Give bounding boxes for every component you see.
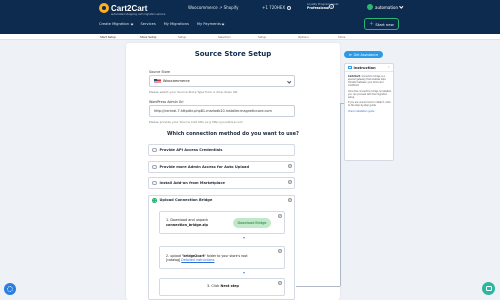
chevron-down-icon [399,4,404,9]
help-icon[interactable]: ? [288,198,292,202]
bridge-header: Upload Connection Bridge [152,198,212,203]
loyalty-program: Loyalty Program Level: Professional [307,2,339,10]
radio[interactable] [152,147,157,153]
gear-icon [7,286,13,292]
phone-number: +1 720HEX [262,5,286,10]
top-navbar: Cart2Cart automated shopping cart migrat… [0,0,500,34]
page-title: Source Store Setup [194,50,272,58]
connector-line [296,286,340,287]
help-icon[interactable]: ? [288,180,292,184]
avatar [367,4,373,10]
menu-services[interactable]: Services [141,22,156,26]
option-upload-bridge[interactable]: Upload Connection Bridge ? 1. Download a… [148,195,295,300]
start-new-button[interactable]: + Start new [364,18,399,30]
chat-fab[interactable] [482,282,495,295]
connector-line [340,103,341,286]
option-admin-access[interactable]: Provide more Admin Access for Auto Uploa… [148,161,295,173]
get-assistance-button[interactable]: ✉ Get Assistance [344,51,383,58]
flag-icon [154,79,161,83]
detailed-instructions-link[interactable]: Detailed instructions [181,258,214,262]
source-store-card: Source Store Setup Source Store Woocomme… [126,43,340,300]
phone[interactable]: +1 720HEX [262,5,292,10]
migration-path: Woocommerce ↗ Shopify [188,5,239,10]
help-icon[interactable]: ? [278,214,282,218]
main-menu: Create Migration Services My Migrations … [99,22,225,26]
download-bridge-button[interactable]: Download Bridge [233,218,271,228]
option-addon[interactable]: Install Add-on from Marketplace ? [148,177,295,189]
step-setup[interactable]: Setup [178,35,186,39]
bridge-step-1: 1. Download and unpack connection_bridge… [159,211,285,234]
instruction-header: Instruction ⌃ [345,64,393,72]
logo-icon [99,3,109,13]
chat-icon [485,286,492,291]
user-name: automation [375,4,399,10]
option-api-credentials[interactable]: Provide API Access Credentials [148,144,295,156]
installation-guide-link[interactable]: Check installation guide [348,110,392,113]
user-menu[interactable]: automation [367,4,404,10]
connector-line [340,103,344,104]
admin-url-input[interactable]: http://central-7-httpdkr-php81-mariadb10… [149,105,295,117]
step-options[interactable]: Options [298,35,309,39]
source-store-select[interactable]: Woocommerce [149,75,295,87]
help-icon[interactable]: ? [278,281,282,285]
arrow-down-icon [243,272,245,274]
collapse-icon[interactable]: ⌃ [387,66,390,70]
radio-selected[interactable] [152,198,157,203]
brand-tagline: automated shopping cart migration servic… [111,13,166,16]
help-icon[interactable]: ? [329,4,334,9]
menu-my-payments[interactable]: My Payments [197,22,225,26]
radio[interactable] [152,164,157,170]
step-bar: Start Setup Store Setup Setup Selection … [0,34,500,40]
arrow-down-icon [243,237,245,239]
step-store-setup[interactable]: Store Setup [140,35,156,39]
admin-url-hint: Please provide your Source Cart URL (e.g… [149,120,243,124]
instruction-text: Cart2Cart connection bridge is a special… [348,75,392,113]
instruction-panel: Instruction ⌃ Cart2Cart connection bridg… [344,63,394,161]
program-level: Professional [307,5,330,10]
step-store[interactable]: Store [338,35,345,39]
plus-icon: + [369,21,374,27]
help-icon[interactable]: ? [278,249,282,253]
source-store-label: Source Store [149,70,171,74]
step-setup-2[interactable]: Setup [258,35,266,39]
chevron-down-icon [286,79,291,84]
radio[interactable] [152,180,157,186]
menu-create-migration[interactable]: Create Migration [99,22,133,26]
help-icon[interactable]: ? [288,164,292,168]
chevron-down-icon [130,22,133,25]
logo[interactable]: Cart2Cart [99,3,147,13]
chevron-down-icon [221,22,225,25]
bridge-step-3: 3. Click Next step ? [159,278,285,296]
chat-icon: ✉ [348,52,352,57]
step-start[interactable]: Start Setup [100,35,116,39]
phone-icon [287,5,292,10]
admin-url-label: WordPress Admin Url [149,100,184,104]
book-icon [348,65,352,70]
step-selection[interactable]: Selection [218,35,231,39]
brand-name: Cart2Cart [111,3,148,13]
menu-my-migrations[interactable]: My Migrations [164,22,189,26]
connection-question: Which connection method do you want to u… [167,131,299,137]
bridge-step-2: 2. upload "bridge2cart" folder to your s… [159,246,285,269]
source-store-hint: Please select your Source Store Type fro… [149,90,238,94]
settings-fab[interactable] [4,283,16,295]
